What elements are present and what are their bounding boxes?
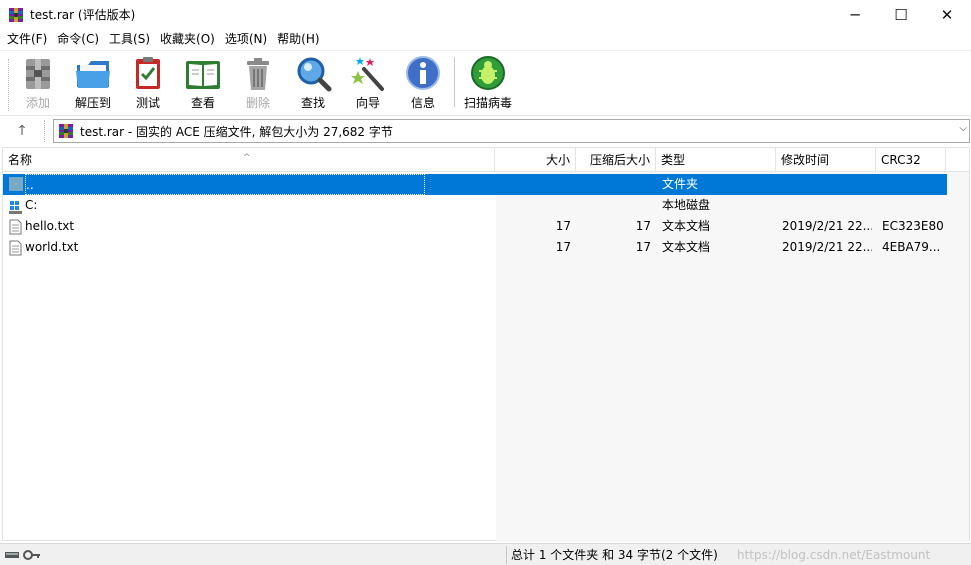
item-type: 本地磁盘 xyxy=(662,198,711,212)
address-grip[interactable] xyxy=(44,120,46,142)
extract-to-button[interactable]: 解压到 xyxy=(66,55,120,113)
window-title: test.rar (评估版本) xyxy=(30,8,136,22)
item-type: 文件夹 xyxy=(662,177,699,191)
toolbar-grip[interactable] xyxy=(8,59,10,111)
list-item[interactable]: hello.txt 17 17 文本文档 2019/2/21 22... EC3… xyxy=(3,216,947,237)
list-body: .. 文件夹 C: 本地磁盘 hello.txt 17 17 文本文档 2019… xyxy=(3,172,969,542)
drive-icon xyxy=(9,198,22,214)
menu-file[interactable]: 文件(F) xyxy=(2,29,52,49)
file-list: 名称 ^ 大小 压缩后大小 类型 修改时间 CRC32 .. 文件夹 C: 本地… xyxy=(2,147,970,542)
item-size: 17 xyxy=(555,219,571,233)
magnifier-icon xyxy=(293,55,333,93)
test-button-label: 测试 xyxy=(135,96,160,110)
rar-file-icon xyxy=(58,123,74,139)
menu-commands[interactable]: 命令(C) xyxy=(52,29,104,49)
menu-favorites[interactable]: 收藏夹(O) xyxy=(155,29,220,49)
drive-key-icon[interactable] xyxy=(4,548,44,562)
list-item[interactable]: C: 本地磁盘 xyxy=(3,195,947,216)
item-size: 17 xyxy=(555,240,571,254)
item-packed-size: 17 xyxy=(635,219,651,233)
add-button-label: 添加 xyxy=(25,96,50,110)
trash-can-icon xyxy=(238,55,278,93)
item-name: .. xyxy=(25,174,425,195)
item-name: C: xyxy=(25,198,38,212)
text-file-icon xyxy=(9,219,22,235)
virus-scan-button-label: 扫描病毒 xyxy=(463,96,512,110)
maximize-button[interactable]: ☐ xyxy=(878,0,924,29)
column-size[interactable]: 大小 xyxy=(495,148,576,172)
chevron-down-icon[interactable]: ⌵ xyxy=(959,123,967,134)
minimize-icon: ─ xyxy=(850,5,860,24)
virus-scan-button[interactable]: 扫描病毒 xyxy=(461,55,515,113)
status-summary: 总计 1 个文件夹 和 34 字节(2 个文件) xyxy=(511,548,718,562)
find-button[interactable]: 查找 xyxy=(286,55,340,113)
watermark: https://blog.csdn.net/Eastmount xyxy=(737,548,931,562)
menu-bar: 文件(F) 命令(C) 工具(S) 收藏夹(O) 选项(N) 帮助(H) xyxy=(0,29,971,49)
menu-tools[interactable]: 工具(S) xyxy=(104,29,155,49)
column-type[interactable]: 类型 xyxy=(656,148,776,172)
info-button-label: 信息 xyxy=(410,96,435,110)
column-crc32[interactable]: CRC32 xyxy=(876,148,946,172)
item-modified: 2019/2/21 22... xyxy=(782,240,872,254)
column-name-label: 名称 xyxy=(8,153,33,167)
view-button-label: 查看 xyxy=(190,96,215,110)
list-header: 名称 ^ 大小 压缩后大小 类型 修改时间 CRC32 xyxy=(3,148,969,172)
address-box[interactable]: test.rar - 固实的 ACE 压缩文件, 解包大小为 27,682 字节… xyxy=(53,119,970,143)
up-one-level-button[interactable]: ↑ xyxy=(8,120,36,142)
close-icon: ✕ xyxy=(940,5,954,24)
wizard-button-label: 向导 xyxy=(355,96,380,110)
toolbar-separator xyxy=(454,57,455,107)
info-icon xyxy=(403,55,443,93)
close-button[interactable]: ✕ xyxy=(924,0,970,29)
item-name: world.txt xyxy=(25,240,79,254)
menu-options[interactable]: 选项(N) xyxy=(220,29,272,49)
item-name: hello.txt xyxy=(25,219,75,233)
item-type: 文本文档 xyxy=(662,240,711,254)
list-item[interactable]: .. 文件夹 xyxy=(3,174,947,195)
item-type: 文本文档 xyxy=(662,219,711,233)
text-file-icon xyxy=(9,240,22,256)
status-bar: 总计 1 个文件夹 和 34 字节(2 个文件) https://blog.cs… xyxy=(0,543,971,565)
add-archive-icon xyxy=(18,55,58,93)
delete-button-label: 删除 xyxy=(245,96,270,110)
info-button[interactable]: 信息 xyxy=(396,55,450,113)
address-row: ↑ test.rar - 固实的 ACE 压缩文件, 解包大小为 27,682 … xyxy=(0,115,971,145)
wizard-wand-icon xyxy=(348,55,388,93)
item-packed-size: 17 xyxy=(635,240,651,254)
view-book-icon xyxy=(183,55,223,93)
item-modified: 2019/2/21 22... xyxy=(782,219,872,233)
add-button[interactable]: 添加 xyxy=(11,55,65,113)
address-text: test.rar - 固实的 ACE 压缩文件, 解包大小为 27,682 字节 xyxy=(80,124,393,139)
toolbar: 添加 解压到 测试 查看 删除 查找 向导 信息 扫描病毒 xyxy=(0,50,971,114)
delete-button[interactable]: 删除 xyxy=(231,55,285,113)
maximize-icon: ☐ xyxy=(894,5,908,24)
column-packed-size[interactable]: 压缩后大小 xyxy=(576,148,656,172)
menu-help[interactable]: 帮助(H) xyxy=(272,29,324,49)
list-item[interactable]: world.txt 17 17 文本文档 2019/2/21 22... 4EB… xyxy=(3,237,947,258)
arrow-up-icon: ↑ xyxy=(16,123,28,139)
folder-up-icon xyxy=(9,177,23,191)
winrar-app-icon xyxy=(8,7,24,23)
test-clipboard-icon xyxy=(128,55,168,93)
extract-to-button-label: 解压到 xyxy=(74,96,111,110)
column-modified[interactable]: 修改时间 xyxy=(776,148,876,172)
test-button[interactable]: 测试 xyxy=(121,55,175,113)
item-crc32: 4EBA79... xyxy=(882,240,941,254)
extract-to-folder-icon xyxy=(73,55,113,93)
title-bar: test.rar (评估版本) ─ ☐ ✕ xyxy=(0,0,971,29)
minimize-button[interactable]: ─ xyxy=(832,0,878,29)
virus-scan-icon xyxy=(468,55,508,93)
column-name[interactable]: 名称 ^ xyxy=(3,148,495,172)
wizard-button[interactable]: 向导 xyxy=(341,55,395,113)
find-button-label: 查找 xyxy=(300,96,325,110)
item-crc32: EC323E80 xyxy=(882,219,944,233)
sort-ascending-icon: ^ xyxy=(243,153,251,163)
status-divider xyxy=(506,546,507,564)
view-button[interactable]: 查看 xyxy=(176,55,230,113)
